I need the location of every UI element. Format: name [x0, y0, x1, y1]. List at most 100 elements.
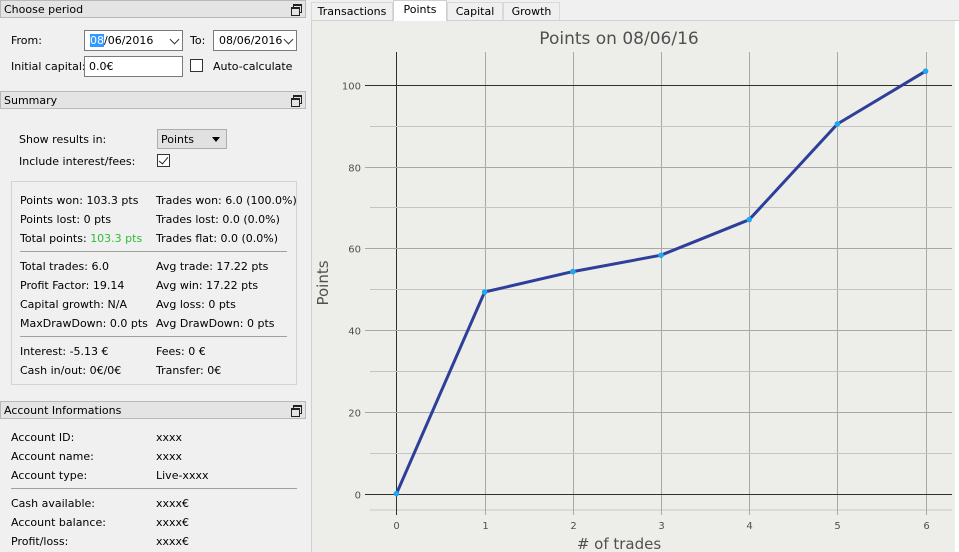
tick-labels: 0 1 2 3 4 5 6020406080100 — [342, 82, 930, 533]
show-results-value: Points — [161, 133, 195, 146]
initial-capital-input[interactable]: 0.0€ — [84, 56, 183, 77]
y-tick-label: 40 — [348, 327, 361, 338]
account-type-label: Account type: — [11, 469, 88, 482]
chevron-down-icon[interactable] — [169, 34, 180, 45]
cash-available-value: xxxx€ — [156, 497, 190, 510]
tab-label: Points — [403, 3, 437, 16]
data-point — [658, 252, 664, 259]
account-balance-value: xxxx€ — [156, 516, 190, 529]
auto-calculate-checkbox[interactable] — [190, 59, 203, 72]
panel-edge — [955, 21, 959, 552]
total-trades: Total trades: 6.0 — [20, 260, 109, 273]
tab-transactions[interactable]: Transactions — [311, 2, 393, 21]
x-tick-label: 4 — [746, 521, 752, 532]
trades-won: Trades won: 6.0 (100.0%) — [156, 194, 297, 207]
x-axis-label: # of trades — [577, 535, 662, 552]
tab-growth[interactable]: Growth — [503, 2, 560, 21]
from-date-value: 08/06/2016 — [90, 34, 153, 47]
points-lost: Points lost: 0 pts — [20, 213, 112, 226]
chart-area: Points on 08/06/16 # of trades Points 0 1… — [311, 21, 959, 552]
from-date-picker[interactable]: 08/06/2016 — [84, 30, 183, 51]
account-balance-label: Account balance: — [11, 516, 106, 529]
choose-period-header: Choose period — [0, 0, 306, 18]
show-results-select[interactable]: Points — [157, 129, 227, 149]
from-label: From: — [11, 34, 42, 47]
float-window-icon[interactable] — [291, 95, 302, 107]
x-tick-label: 2 — [570, 521, 576, 532]
avg-trade: Avg trade: 17.22 pts — [156, 260, 269, 273]
tab-capital[interactable]: Capital — [447, 2, 503, 21]
profit-factor: Profit Factor: 19.14 — [20, 279, 125, 292]
divider — [20, 251, 287, 252]
total-points-value: 103.3 pts — [90, 232, 143, 245]
points-chart: Points on 08/06/16 # of trades Points 0 1… — [314, 29, 952, 552]
data-point — [922, 68, 929, 75]
to-date-value: 08/06/2016 — [219, 34, 283, 47]
chevron-down-icon[interactable] — [283, 34, 294, 45]
points-won: Points won: 103.3 pts — [20, 194, 139, 207]
cash-in-out: Cash in/out: 0€/0€ — [20, 364, 122, 377]
avg-loss: Avg loss: 0 pts — [156, 298, 236, 311]
y-tick-label: 60 — [348, 245, 361, 256]
account-name-value: xxxx — [156, 450, 183, 463]
account-name-label: Account name: — [11, 450, 94, 463]
profit-loss-label: Profit/loss: — [11, 535, 69, 548]
max-drawdown: MaxDrawDown: 0.0 pts — [20, 317, 148, 330]
x-tick-label: 0 — [393, 521, 399, 532]
transfer: Transfer: 0€ — [156, 364, 222, 377]
data-point — [481, 289, 488, 295]
account-type-value: Live-xxxx — [156, 469, 209, 482]
trades-lost: Trades lost: 0.0 (0.0%) — [156, 213, 280, 226]
data-point — [746, 216, 752, 223]
summary-title: Summary — [4, 94, 58, 107]
trades-flat: Trades flat: 0.0 (0.0%) — [156, 232, 279, 245]
auto-calculate-label: Auto-calculate — [213, 60, 293, 73]
choose-period-title: Choose period — [4, 3, 84, 16]
y-tick-label: 80 — [348, 164, 361, 175]
chart-title: Points on 08/06/16 — [539, 29, 698, 49]
account-id-value: xxxx — [156, 431, 183, 444]
tab-label: Capital — [455, 5, 495, 18]
x-tick-label: 3 — [658, 521, 664, 532]
x-tick-label: 6 — [923, 521, 929, 532]
float-window-icon[interactable] — [291, 405, 302, 417]
tab-bar: Transactions Points Capital Growth — [311, 0, 959, 21]
avg-win: Avg win: 17.22 pts — [156, 279, 259, 292]
show-results-label: Show results in: — [19, 133, 107, 146]
left-panel: Choose period From: 08/06/2016 To: 08/06… — [0, 0, 308, 552]
account-id-label: Account ID: — [11, 431, 75, 444]
grid — [365, 52, 952, 515]
total-points-label: Total points: — [20, 232, 87, 245]
profit-loss-value: xxxx€ — [156, 535, 190, 548]
avg-drawdown: Avg DrawDown: 0 pts — [156, 317, 275, 330]
initial-capital-label: Initial capital: — [11, 60, 86, 73]
total-points: Total points: 103.3 pts — [20, 232, 142, 245]
data-point — [570, 268, 576, 275]
float-window-icon[interactable] — [291, 4, 302, 16]
to-date-picker[interactable]: 08/06/2016 — [213, 30, 297, 51]
account-info-title: Account Informations — [4, 404, 122, 417]
checkmark-icon — [158, 154, 169, 165]
from-date-selected-part: 08 — [90, 34, 104, 47]
right-panel: Transactions Points Capital Growth Point… — [311, 0, 959, 552]
data-point — [834, 121, 841, 127]
fees: Fees: 0 € — [156, 345, 206, 358]
initial-capital-value: 0.0€ — [89, 60, 114, 73]
interest: Interest: -5.13 € — [20, 345, 109, 358]
y-axis-label: Points — [314, 260, 332, 305]
dropdown-arrow-icon — [212, 137, 220, 142]
divider — [11, 488, 297, 489]
include-interest-checkbox[interactable] — [157, 154, 170, 167]
tab-points[interactable]: Points — [393, 0, 447, 21]
to-label: To: — [190, 34, 206, 47]
account-info-header: Account Informations — [0, 401, 306, 419]
capital-growth: Capital growth: N/A — [20, 298, 128, 311]
from-date-rest: /06/2016 — [104, 34, 154, 47]
summary-header: Summary — [0, 91, 306, 109]
tab-label: Growth — [511, 5, 552, 18]
y-tick-label: 20 — [348, 409, 361, 420]
data-point — [393, 490, 400, 497]
x-tick-label: 5 — [834, 521, 840, 532]
x-tick-label: 1 — [482, 521, 488, 532]
y-tick-label: 100 — [342, 82, 361, 93]
